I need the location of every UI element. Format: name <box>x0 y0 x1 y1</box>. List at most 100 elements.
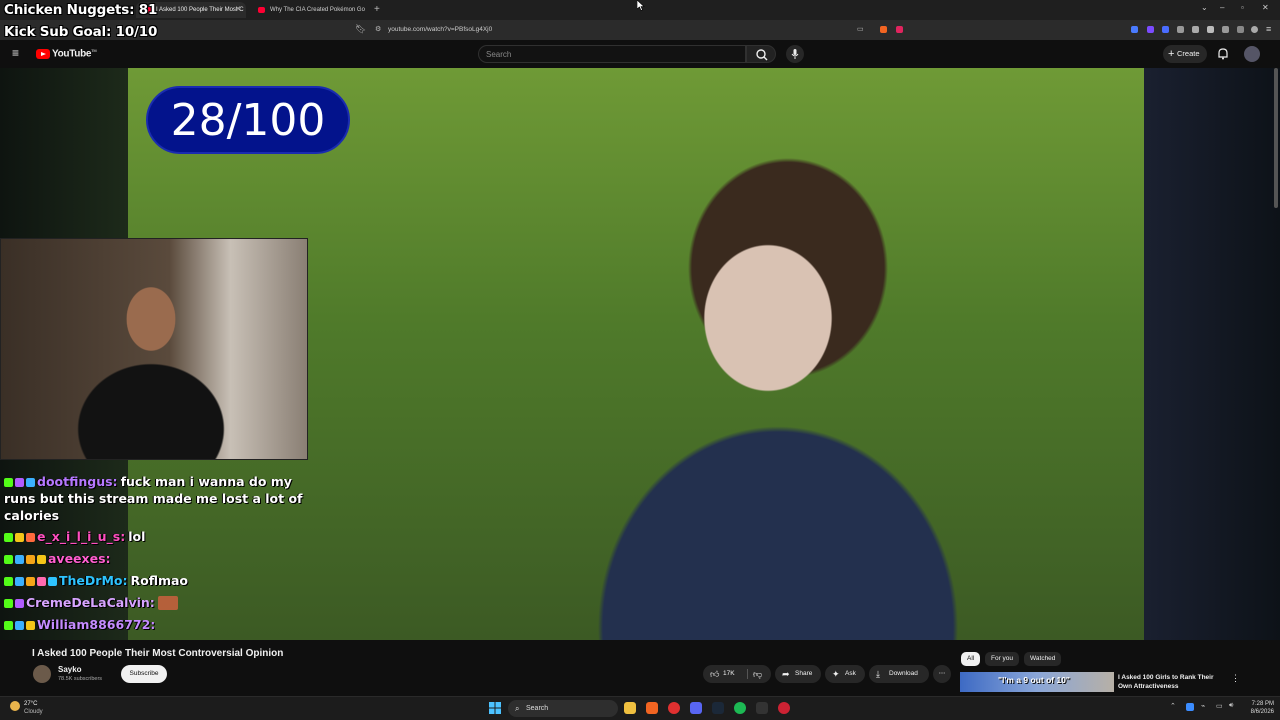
network-icon[interactable]: ⌁ <box>1201 702 1205 710</box>
windows-start-icon[interactable] <box>489 702 501 714</box>
channel-name[interactable]: Sayko <box>58 665 82 674</box>
page-scrollbar[interactable] <box>1274 68 1278 208</box>
share-icon: ➦ <box>782 669 790 679</box>
display-icon[interactable]: ▭ <box>1216 702 1223 710</box>
more-options-icon[interactable]: ⋮ <box>1231 673 1240 684</box>
tray-overflow-icon[interactable]: ⌃ <box>1170 702 1176 710</box>
recommended-title[interactable]: I Asked 100 Girls to Rank Their Own Attr… <box>1118 673 1228 691</box>
youtube-favicon-icon <box>258 7 265 13</box>
bookmark-icon[interactable]: 🔖︎ <box>355 24 366 35</box>
video-player[interactable]: 28/100 dootfingus: fuck man i wanna do my… <box>0 68 1280 640</box>
tab-search-icon[interactable]: ⌄ <box>1201 3 1208 12</box>
logo-trademark: TM <box>91 48 97 53</box>
chat-username: aveexes: <box>48 551 111 566</box>
youtube-logo-icon[interactable] <box>36 49 50 59</box>
browser-address-bar: 🔖︎ ⚙︎ youtube.com/watch?v=PBfsoLg4Xj0 ▭ … <box>0 20 1280 40</box>
minimize-button[interactable]: – <box>1220 3 1224 12</box>
download-label: Download <box>889 670 918 677</box>
download-icon: ⤓ <box>876 669 880 679</box>
brave-rewards-icon[interactable] <box>896 26 903 33</box>
opera-icon[interactable] <box>668 702 680 714</box>
clock-time: 7:28 PM <box>1251 701 1274 707</box>
chat-message: TheDrMo: Roflmao <box>4 572 304 589</box>
like-count[interactable]: 17K <box>723 665 735 683</box>
recommended-thumbnail[interactable]: "I'm a 9 out of 10" <box>960 672 1114 692</box>
sub-badge-icon <box>15 599 24 608</box>
voice-search-button[interactable] <box>786 45 804 63</box>
share-button[interactable]: ➦ Share <box>775 665 821 683</box>
account-avatar[interactable] <box>1244 46 1260 62</box>
close-window-button[interactable]: ✕ <box>1262 3 1269 12</box>
obs-icon[interactable] <box>756 702 768 714</box>
dislike-icon[interactable]: 👎︎ <box>753 665 762 683</box>
restore-button[interactable]: ▫ <box>1241 3 1244 12</box>
chat-username: TheDrMo: <box>59 573 128 588</box>
create-button[interactable]: Create <box>1163 45 1207 63</box>
streamer-webcam <box>0 238 308 460</box>
menu-icon[interactable]: ≡ <box>1266 24 1271 34</box>
volume-icon[interactable]: 🔊︎ <box>1229 702 1233 710</box>
kick-badge-icon <box>4 533 13 542</box>
app-icon[interactable] <box>778 702 790 714</box>
discord-icon[interactable] <box>690 702 702 714</box>
clock[interactable]: 7:28 PM 8/6/2026 <box>1240 700 1274 716</box>
weather-icon[interactable] <box>10 701 20 711</box>
notifications-bell-icon[interactable] <box>1216 47 1230 61</box>
emote-icon <box>157 596 178 610</box>
weather-description[interactable]: Cloudy <box>24 709 43 715</box>
sidebar-icon[interactable] <box>1207 26 1214 33</box>
close-tab-icon[interactable]: ✕ <box>235 2 241 18</box>
media-icon[interactable] <box>1192 26 1199 33</box>
gift-badge-icon <box>26 555 35 564</box>
chat-username: CremeDeLaCalvin: <box>26 595 155 610</box>
youtube-header: ≡ YouTubeTM Search Create <box>0 40 1280 68</box>
tray-app-icon[interactable] <box>1186 703 1194 711</box>
file-explorer-icon[interactable] <box>624 702 636 714</box>
extension-icon[interactable] <box>1131 26 1138 33</box>
taskbar-search-label: Search <box>526 705 549 712</box>
more-actions-button[interactable]: ⋯ <box>933 665 951 683</box>
wallet-icon[interactable] <box>1222 26 1229 33</box>
like-dislike-group: 👍︎ 17K 👎︎ <box>703 665 771 683</box>
ask-label: Ask <box>845 670 856 677</box>
subscribe-button[interactable]: Subscribe <box>121 665 167 683</box>
extension-icon[interactable] <box>1177 26 1184 33</box>
gift-badge-icon <box>26 478 35 487</box>
like-icon[interactable]: 👍︎ <box>710 665 719 683</box>
hamburger-menu-icon[interactable]: ≡ <box>12 46 19 60</box>
kick-badge-icon <box>4 621 13 630</box>
cast-icon[interactable]: ▭ <box>857 25 864 33</box>
chat-message: dootfingus: fuck man i wanna do my runs b… <box>4 473 304 524</box>
extension-icon[interactable] <box>1162 26 1169 33</box>
spotify-icon[interactable] <box>734 702 746 714</box>
brave-browser-icon[interactable] <box>646 702 658 714</box>
sub-goal-overlay: Kick Sub Goal: 10/10 <box>4 24 158 40</box>
search-input[interactable]: Search <box>478 45 746 63</box>
pill-divider <box>747 669 748 679</box>
url-field[interactable]: youtube.com/watch?v=PBfsoLg4Xj0 <box>388 26 492 33</box>
steam-icon[interactable] <box>712 702 724 714</box>
tab-inactive[interactable]: Why The CIA Created Pokémon Go <box>250 2 368 18</box>
ask-button[interactable]: ✦ Ask <box>825 665 865 683</box>
chat-username: dootfingus: <box>37 474 118 489</box>
search-button[interactable] <box>746 45 776 63</box>
download-button[interactable]: ⤓ Download <box>869 665 929 683</box>
youtube-logo-text[interactable]: YouTubeTM <box>52 48 97 60</box>
chip-for-you[interactable]: For you <box>985 652 1020 666</box>
brave-shields-icon[interactable] <box>880 26 887 33</box>
chat-message: CremeDeLaCalvin: <box>4 594 304 611</box>
logo-text: YouTube <box>52 48 92 60</box>
weather-temperature[interactable]: 27°C <box>24 701 37 707</box>
windows-taskbar: 27°C Cloudy ⌕ Search ⌃ ⌁ ▭ 🔊︎ 7:28 PM 8/… <box>0 696 1280 720</box>
channel-avatar[interactable] <box>33 665 51 683</box>
trophy-badge-icon <box>37 555 46 564</box>
extension-icon[interactable] <box>1147 26 1154 33</box>
chip-all[interactable]: All <box>961 652 981 666</box>
chip-watched[interactable]: Watched <box>1024 652 1062 666</box>
new-tab-button[interactable]: + <box>374 2 380 18</box>
search-placeholder: Search <box>486 50 512 59</box>
profile-icon[interactable] <box>1251 26 1258 33</box>
taskbar-search[interactable]: ⌕ Search <box>508 700 618 717</box>
site-info-icon[interactable]: ⚙︎ <box>375 25 381 33</box>
vpn-icon[interactable] <box>1237 26 1244 33</box>
